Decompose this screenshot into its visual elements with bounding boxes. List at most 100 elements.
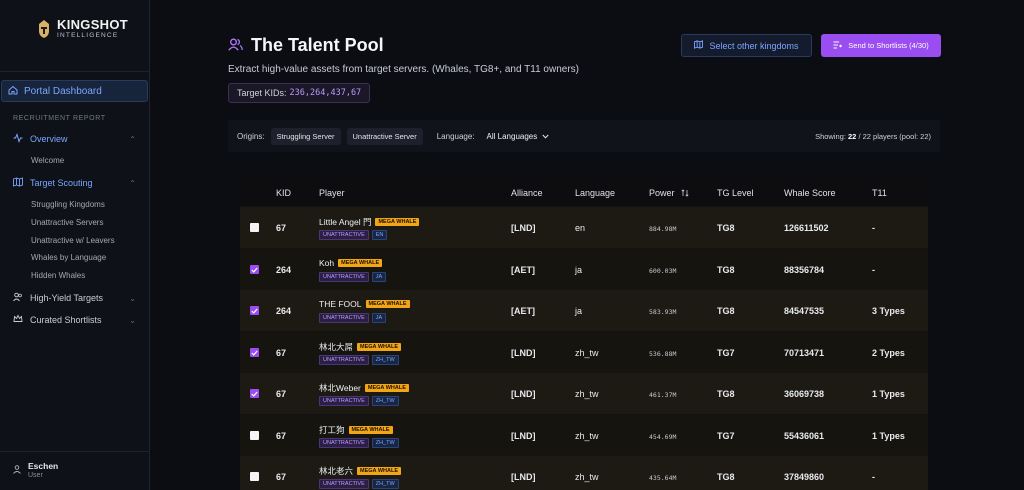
users-icon bbox=[228, 38, 243, 54]
unattractive-tag: UNATTRACTIVE bbox=[319, 479, 369, 489]
row-checkbox[interactable] bbox=[250, 472, 259, 481]
chevron-down-icon: ⌄ bbox=[129, 293, 136, 303]
column-header-power[interactable]: Power bbox=[649, 188, 689, 198]
cell-alliance: [LND] bbox=[511, 389, 536, 399]
column-header-t11[interactable]: T11 bbox=[872, 188, 887, 198]
sidebar-subitem-unattractive-leavers[interactable]: Unattractive w/ Leavers bbox=[31, 236, 115, 245]
cell-language: ja bbox=[575, 306, 583, 316]
player-name: 林北老六 bbox=[319, 466, 354, 476]
row-checkbox[interactable] bbox=[250, 265, 259, 274]
row-checkbox[interactable] bbox=[250, 431, 259, 440]
cell-kid: 67 bbox=[276, 431, 287, 441]
send-to-shortlists-button[interactable]: Send to Shortlists (4/30) bbox=[821, 34, 941, 57]
player-tags: UNATTRACTIVE JA bbox=[319, 272, 387, 282]
cell-whale-score: 55436061 bbox=[784, 431, 825, 441]
language-tag: EN bbox=[371, 230, 388, 240]
row-checkbox[interactable] bbox=[250, 223, 259, 232]
mega-whale-badge: MEGA WHALE bbox=[348, 426, 393, 434]
column-header-alliance[interactable]: Alliance bbox=[511, 188, 543, 198]
cell-kid: 264 bbox=[276, 265, 292, 275]
player-name: Little Angel 門 bbox=[319, 217, 372, 227]
mega-whale-badge: MEGA WHALE bbox=[364, 384, 409, 392]
table-row[interactable]: 67 林北Weber MEGA WHALE UNATTRACTIVE ZH_TW [LND… bbox=[240, 373, 928, 414]
crown-icon bbox=[13, 314, 23, 326]
cell-whale-score: 88356784 bbox=[784, 265, 825, 275]
cell-player[interactable]: 打工狗 MEGA WHALE bbox=[319, 424, 393, 436]
cell-language: en bbox=[575, 223, 586, 233]
cell-power: 583.93M bbox=[649, 308, 677, 316]
language-tag: ZH_TW bbox=[371, 438, 399, 448]
row-checkbox[interactable] bbox=[250, 389, 259, 398]
cell-player[interactable]: THE FOOL MEGA WHALE bbox=[319, 299, 410, 309]
portal-dashboard-link[interactable]: Portal Dashboard bbox=[1, 80, 148, 102]
table-row[interactable]: 67 Little Angel 門 MEGA WHALE UNATTRACTIVE EN… bbox=[240, 207, 928, 248]
table-row[interactable]: 264 Koh MEGA WHALE UNATTRACTIVE JA [AET] ja 600… bbox=[240, 249, 928, 290]
cell-player[interactable]: 林北老六 MEGA WHALE bbox=[319, 465, 402, 477]
column-header-language[interactable]: Language bbox=[575, 188, 615, 198]
column-header-kid[interactable]: KID bbox=[276, 188, 291, 198]
sidebar-subitem-welcome[interactable]: Welcome bbox=[31, 156, 64, 165]
cell-player[interactable]: Little Angel 門 MEGA WHALE bbox=[319, 216, 420, 228]
user-profile[interactable]: Eschen User bbox=[13, 461, 58, 479]
unattractive-tag: UNATTRACTIVE bbox=[319, 230, 369, 240]
column-header-whale-score[interactable]: Whale Score bbox=[784, 188, 836, 198]
player-name: THE FOOL bbox=[319, 299, 362, 309]
cell-language: zh_tw bbox=[575, 348, 599, 358]
cell-player[interactable]: 林北Weber MEGA WHALE bbox=[319, 382, 409, 394]
origin-chip-unattractive[interactable]: Unattractive Server bbox=[346, 127, 423, 145]
map-icon bbox=[694, 40, 704, 51]
sort-icon bbox=[677, 188, 689, 198]
cell-kid: 264 bbox=[276, 306, 292, 316]
page-title: The Talent Pool bbox=[251, 35, 384, 55]
language-tag: ZH_TW bbox=[371, 396, 399, 406]
cell-alliance: [LND] bbox=[511, 431, 536, 441]
sidebar-item-label: Overview bbox=[30, 134, 68, 144]
sidebar-subitem-unattractive-servers[interactable]: Unattractive Servers bbox=[31, 218, 103, 227]
sidebar-item-high-yield-targets[interactable]: High-Yield Targets ⌄ bbox=[13, 290, 136, 306]
target-kids-label: Target KIDs: bbox=[237, 88, 287, 98]
sidebar-subitem-struggling-kingdoms[interactable]: Struggling Kingdoms bbox=[31, 200, 105, 209]
page-header: The Talent Pool bbox=[228, 35, 384, 56]
cell-t11: 1 Types bbox=[872, 431, 905, 441]
player-name: 林北Weber bbox=[319, 383, 361, 393]
table-row[interactable]: 67 打工狗 MEGA WHALE UNATTRACTIVE ZH_TW [LND] zh_… bbox=[240, 415, 928, 456]
cell-language: zh_tw bbox=[575, 431, 599, 441]
sidebar-item-overview[interactable]: Overview ⌃ bbox=[13, 131, 136, 147]
select-kingdoms-button[interactable]: Select other kingdoms bbox=[681, 34, 812, 57]
list-send-icon bbox=[833, 41, 843, 51]
page-subtitle: Extract high-value assets from target se… bbox=[228, 64, 579, 75]
cell-power: 600.03M bbox=[649, 267, 677, 275]
cell-tg-level: TG8 bbox=[717, 265, 735, 275]
sidebar-subitem-hidden-whales[interactable]: Hidden Whales bbox=[31, 271, 85, 280]
column-header-player[interactable]: Player bbox=[319, 188, 345, 198]
table-row[interactable]: 264 THE FOOL MEGA WHALE UNATTRACTIVE JA [AET]… bbox=[240, 290, 928, 331]
player-name: 打工狗 bbox=[319, 425, 345, 435]
language-select[interactable]: All Languages bbox=[487, 132, 550, 141]
brand-logo[interactable]: KINGSHOT INTELLIGENCE bbox=[36, 18, 128, 40]
origin-chip-struggling[interactable]: Struggling Server bbox=[270, 127, 341, 145]
cell-whale-score: 70713471 bbox=[784, 348, 825, 358]
table-row[interactable]: 67 林北老六 MEGA WHALE UNATTRACTIVE ZH_TW [LND] zh… bbox=[240, 456, 928, 490]
row-checkbox[interactable] bbox=[250, 348, 259, 357]
cell-whale-score: 37849860 bbox=[784, 472, 825, 482]
cell-language: zh_tw bbox=[575, 389, 599, 399]
table-row[interactable]: 67 林北大屌 MEGA WHALE UNATTRACTIVE ZH_TW [LND] zh… bbox=[240, 332, 928, 373]
select-kingdoms-label: Select other kingdoms bbox=[709, 40, 799, 51]
showing-number: 22 bbox=[848, 131, 857, 141]
filter-bar: Origins: Struggling Server Unattractive … bbox=[228, 120, 940, 152]
sidebar-item-label: Curated Shortlists bbox=[30, 315, 102, 325]
unattractive-tag: UNATTRACTIVE bbox=[319, 313, 369, 323]
cell-power: 461.37M bbox=[649, 391, 677, 399]
cell-player[interactable]: 林北大屌 MEGA WHALE bbox=[319, 341, 402, 353]
column-header-tg-level[interactable]: TG Level bbox=[717, 188, 754, 198]
players-table: KID Player Alliance Language Power TG Le… bbox=[240, 178, 928, 490]
sidebar-item-curated-shortlists[interactable]: Curated Shortlists ⌄ bbox=[13, 312, 136, 328]
cell-player[interactable]: Koh MEGA WHALE bbox=[319, 258, 383, 268]
row-checkbox[interactable] bbox=[250, 306, 259, 315]
player-tags: UNATTRACTIVE ZH_TW bbox=[319, 355, 399, 365]
sidebar-subitem-whales-by-language[interactable]: Whales by Language bbox=[31, 253, 106, 262]
cell-tg-level: TG8 bbox=[717, 389, 735, 399]
sidebar: KINGSHOT INTELLIGENCE Portal Dashboard R… bbox=[0, 0, 150, 490]
sidebar-item-target-scouting[interactable]: Target Scouting ⌃ bbox=[13, 175, 136, 191]
chevron-down-icon: ⌄ bbox=[129, 315, 136, 325]
